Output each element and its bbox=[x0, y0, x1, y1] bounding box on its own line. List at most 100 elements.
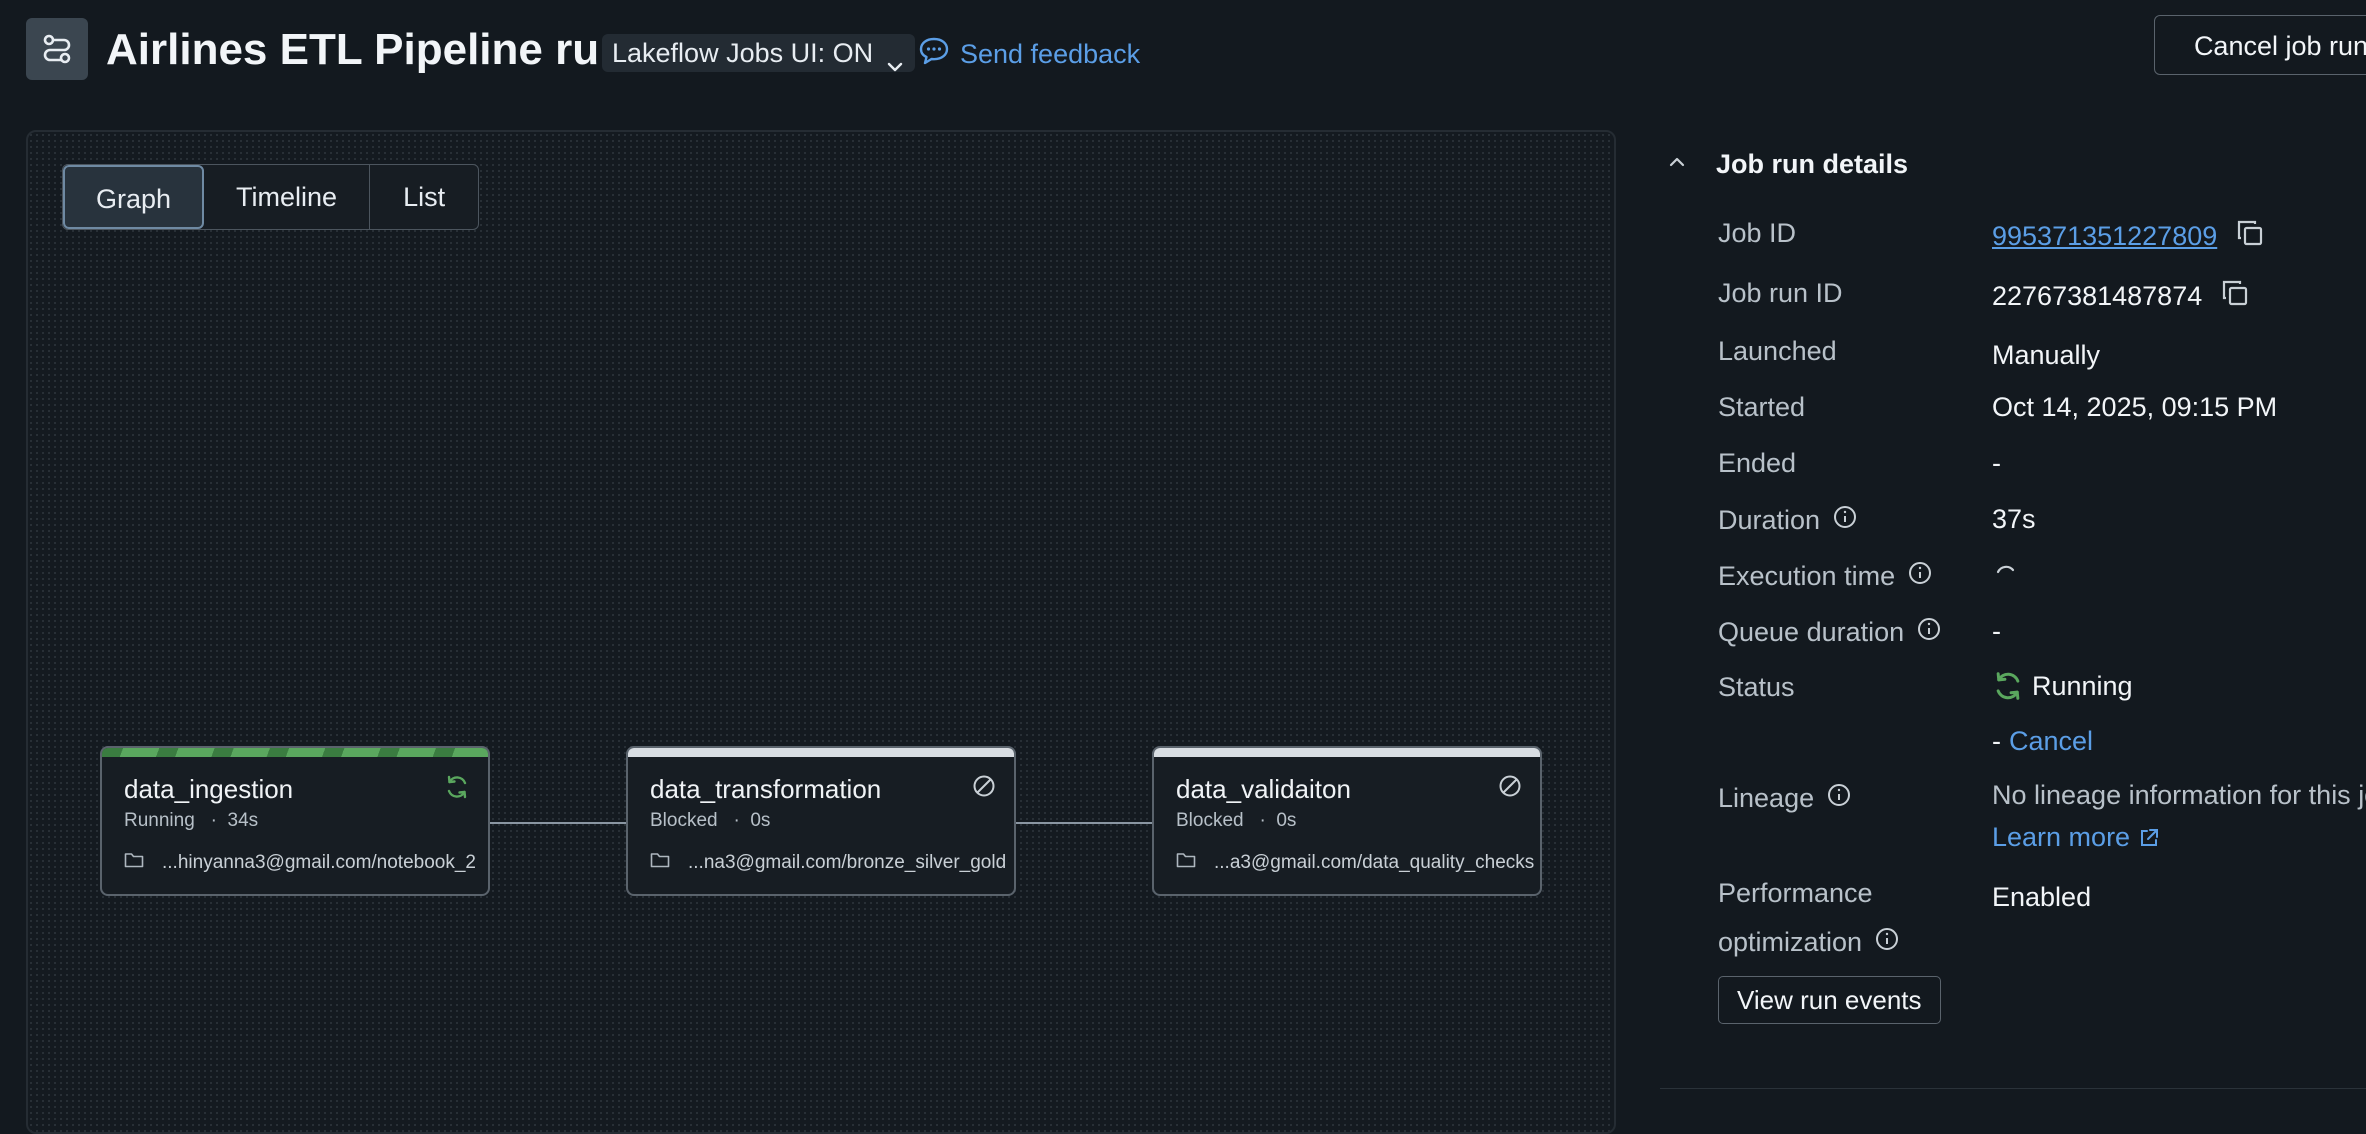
ui-version-label: Lakeflow Jobs UI: ON bbox=[612, 38, 874, 68]
task-path: ...hinyanna3@gmail.com/notebook_2 bbox=[124, 852, 476, 874]
job-run-id-row: 22767381487874 bbox=[1992, 278, 2250, 315]
copy-icon[interactable] bbox=[2220, 278, 2250, 315]
task-name: data_validaiton bbox=[1176, 774, 1351, 804]
view-run-events-button[interactable]: View run events bbox=[1718, 976, 1941, 1024]
info-icon[interactable] bbox=[1874, 926, 1900, 959]
page-header: Airlines ETL Pipeline run Lakeflow Jobs … bbox=[0, 0, 2366, 110]
tab-timeline[interactable]: Timeline bbox=[204, 165, 371, 229]
status-value: Running bbox=[2032, 670, 2133, 701]
ended-value: - bbox=[1992, 448, 2001, 478]
info-icon[interactable] bbox=[1907, 560, 1933, 593]
running-sync-icon bbox=[444, 774, 470, 805]
perf-value: Enabled bbox=[1992, 882, 2092, 912]
task-duration: 0s bbox=[750, 810, 771, 831]
task-name: data_transformation bbox=[650, 774, 882, 804]
edge-connector bbox=[490, 822, 644, 824]
task-progress-bar bbox=[102, 748, 488, 757]
info-icon[interactable] bbox=[1916, 616, 1942, 649]
info-icon[interactable] bbox=[1826, 782, 1852, 815]
queue-duration-value: - bbox=[1992, 616, 2001, 646]
jobs-app-icon bbox=[26, 18, 88, 80]
task-path-text: ...a3@gmail.com/data_quality_checks bbox=[1214, 852, 1535, 873]
ui-version-dropdown[interactable]: Lakeflow Jobs UI: ON bbox=[602, 34, 916, 72]
job-id-label: Job ID bbox=[1718, 218, 1797, 248]
task-node-data-transformation[interactable]: data_transformation Blocked · 0s ...na3@… bbox=[626, 746, 1016, 896]
cancel-run-link[interactable]: Cancel bbox=[2009, 726, 2093, 757]
queue-duration-label: Queue duration bbox=[1718, 617, 1905, 647]
task-status: Running · 34s bbox=[124, 810, 258, 832]
tab-graph[interactable]: Graph bbox=[63, 165, 205, 229]
chevron-down-icon bbox=[887, 46, 903, 84]
duration-value: 37s bbox=[1992, 504, 2036, 534]
task-status-text: Blocked bbox=[650, 810, 718, 831]
execution-time-label: Execution time bbox=[1718, 561, 1896, 591]
blocked-icon bbox=[972, 774, 996, 803]
cancel-row: - Cancel bbox=[1992, 726, 2093, 757]
lineage-row-label: Lineage bbox=[1718, 782, 1852, 815]
execution-time-spinner bbox=[1992, 560, 2020, 595]
ended-label: Ended bbox=[1718, 448, 1797, 478]
feedback-label: Send feedback bbox=[960, 38, 1141, 69]
learn-more-row: Learn more bbox=[1992, 822, 2160, 853]
loading-spinner-icon bbox=[1992, 560, 2020, 595]
cancel-prefix: - bbox=[1992, 726, 2001, 756]
copy-icon[interactable] bbox=[2235, 218, 2265, 255]
chevron-up-icon[interactable] bbox=[1660, 155, 1716, 174]
launched-value: Manually bbox=[1992, 340, 2101, 370]
edge-connector bbox=[1016, 822, 1170, 824]
job-run-id-value: 22767381487874 bbox=[1992, 281, 2203, 311]
task-status: Blocked · 0s bbox=[650, 810, 770, 832]
send-feedback-link[interactable]: Send feedback bbox=[918, 36, 1140, 72]
task-node-data-validaiton[interactable]: data_validaiton Blocked · 0s ...a3@gmail… bbox=[1152, 746, 1542, 896]
cancel-job-run-button[interactable]: Cancel job run bbox=[2154, 15, 2366, 75]
task-path: ...a3@gmail.com/data_quality_checks bbox=[1176, 852, 1534, 874]
blocked-icon bbox=[1498, 774, 1522, 803]
task-duration: 34s bbox=[227, 810, 259, 831]
job-run-id-label: Job run ID bbox=[1718, 278, 1843, 308]
task-path: ...na3@gmail.com/bronze_silver_gold bbox=[650, 852, 1006, 874]
folder-icon bbox=[650, 852, 688, 874]
external-link-icon[interactable] bbox=[2138, 827, 2160, 849]
queue-duration-row-label: Queue duration bbox=[1718, 616, 1942, 649]
info-icon[interactable] bbox=[1832, 504, 1858, 537]
task-name: data_ingestion bbox=[124, 774, 294, 804]
perf-label-line2: optimization bbox=[1718, 927, 1863, 957]
feedback-icon bbox=[918, 36, 960, 73]
task-status: Blocked · 0s bbox=[1176, 810, 1296, 832]
started-value: Oct 14, 2025, 09:15 PM bbox=[1992, 392, 2278, 422]
task-status-text: Running bbox=[124, 810, 195, 831]
task-status-text: Blocked bbox=[1176, 810, 1244, 831]
duration-row-label: Duration bbox=[1718, 504, 1858, 537]
running-sync-icon bbox=[1992, 670, 2024, 702]
lineage-label: Lineage bbox=[1718, 783, 1815, 813]
lineage-text: No lineage information for this job. bbox=[1992, 780, 2366, 810]
job-id-row: 995371351227809 bbox=[1992, 218, 2265, 255]
status-label: Status bbox=[1718, 672, 1795, 702]
task-duration: 0s bbox=[1276, 810, 1297, 831]
page-title: Airlines ETL Pipeline run bbox=[106, 25, 626, 74]
learn-more-link[interactable]: Learn more bbox=[1992, 822, 2130, 853]
divider bbox=[1660, 1088, 2366, 1089]
task-progress-bar bbox=[628, 748, 1014, 757]
task-node-data-ingestion[interactable]: data_ingestion Running · 34s ...hinyanna… bbox=[100, 746, 490, 896]
started-label: Started bbox=[1718, 392, 1806, 422]
details-title: Job run details bbox=[1716, 148, 1909, 179]
perf-label-line1: Performance bbox=[1718, 878, 1873, 908]
separator-dot: · bbox=[200, 810, 223, 831]
folder-icon bbox=[1176, 852, 1214, 874]
tab-list[interactable]: List bbox=[370, 165, 478, 229]
task-path-text: ...na3@gmail.com/bronze_silver_gold bbox=[688, 852, 1007, 873]
task-path-text: ...hinyanna3@gmail.com/notebook_2 bbox=[162, 852, 476, 873]
execution-time-row-label: Execution time bbox=[1718, 560, 1933, 593]
details-header[interactable]: Job run details bbox=[1660, 144, 1908, 184]
separator-dot: · bbox=[1248, 810, 1272, 831]
status-row: Running bbox=[1992, 670, 2133, 702]
graph-canvas[interactable]: Graph Timeline List data_ingestion Runni… bbox=[26, 130, 1616, 1134]
task-progress-bar bbox=[1154, 748, 1540, 757]
job-id-link[interactable]: 995371351227809 bbox=[1992, 221, 2217, 252]
job-run-details-panel: Job run details Job ID 995371351227809 J… bbox=[1660, 130, 2366, 1122]
folder-icon bbox=[124, 852, 162, 874]
perf-label-row2: optimization bbox=[1718, 926, 1900, 959]
duration-label: Duration bbox=[1718, 505, 1821, 535]
view-tabs: Graph Timeline List bbox=[62, 164, 480, 230]
